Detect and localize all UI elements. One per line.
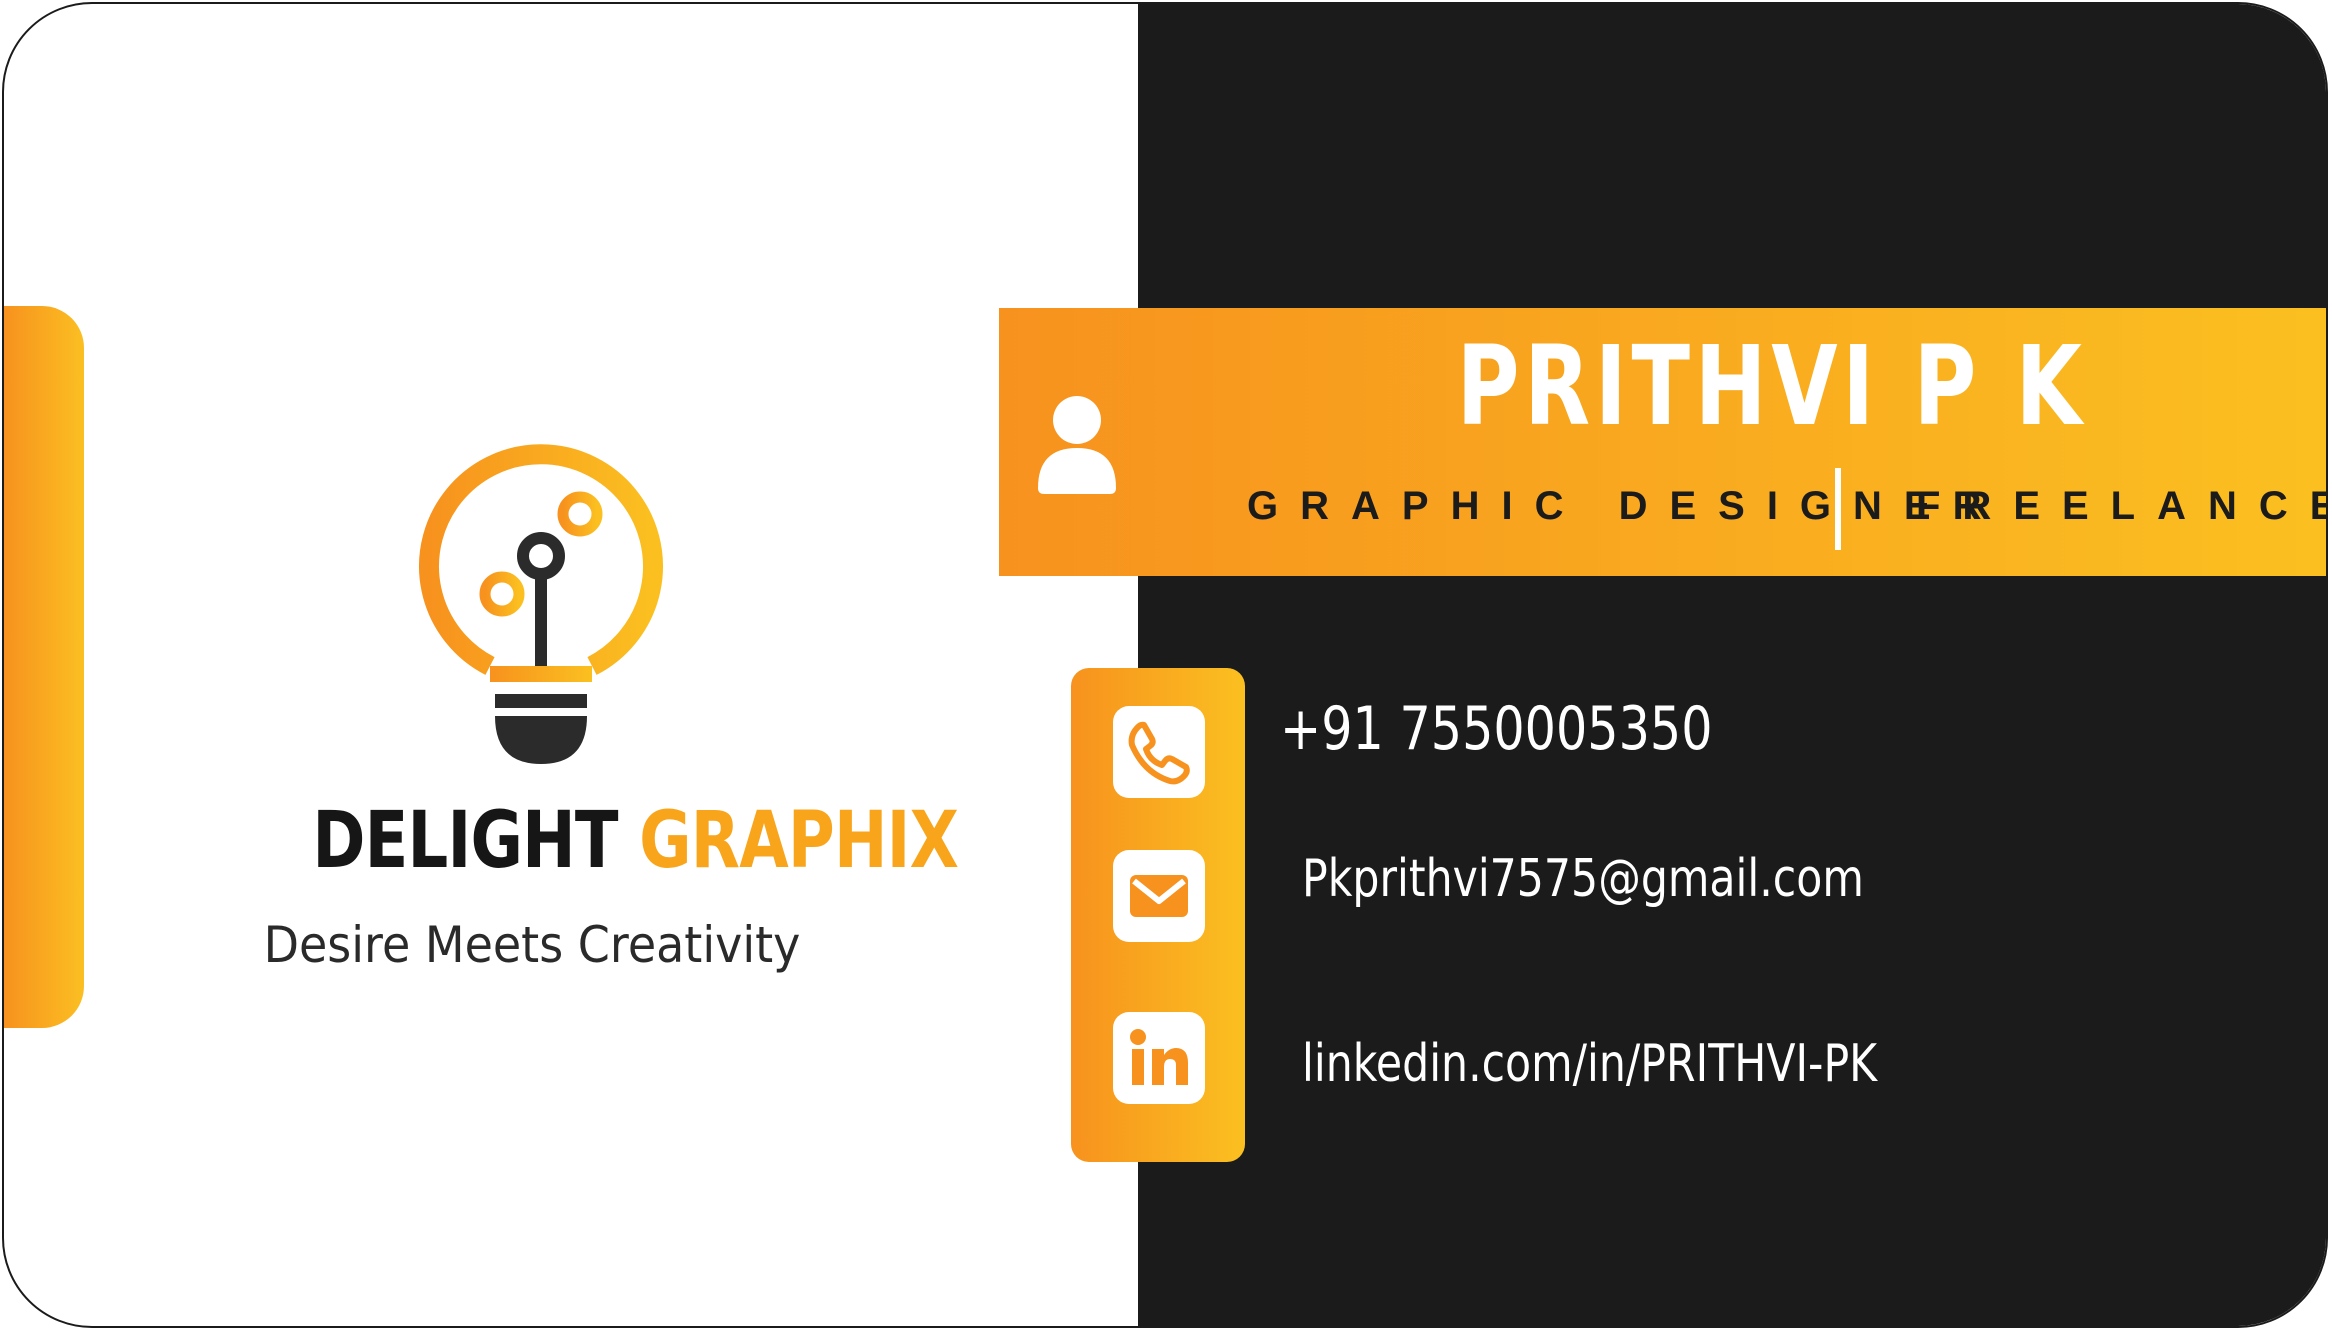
brand-tagline: Desire Meets Creativity xyxy=(263,916,801,974)
business-card: DELIGHT GRAPHIX Desire Meets Creativity … xyxy=(2,2,2328,1328)
contact-icon-bar xyxy=(1071,668,1245,1162)
brand-word-accent: GRAPHIX xyxy=(639,796,959,886)
person-name: PRITHVI P K xyxy=(1456,322,2087,450)
lightbulb-circuit-icon xyxy=(402,434,682,774)
dark-panel xyxy=(1138,4,2326,1326)
role-divider xyxy=(1835,468,1841,550)
linkedin-link[interactable]: linkedin.com/in/PRITHVI-PK xyxy=(1302,1034,1877,1094)
phone-icon xyxy=(1113,706,1205,798)
mail-icon xyxy=(1113,850,1205,942)
brand-word-primary: DELIGHT xyxy=(312,796,618,886)
job-type: FREELANCER xyxy=(1916,484,2326,528)
person-icon xyxy=(1036,394,1118,494)
linkedin-icon xyxy=(1113,1012,1205,1104)
accent-side-tab xyxy=(4,306,84,1028)
brand-name: DELIGHT GRAPHIX xyxy=(312,796,959,886)
job-title: GRAPHIC DESIGNER xyxy=(1247,484,2004,528)
phone-number[interactable]: +91 7550005350 xyxy=(1280,694,1712,764)
email-address[interactable]: Pkprithvi7575@gmail.com xyxy=(1302,849,1864,909)
